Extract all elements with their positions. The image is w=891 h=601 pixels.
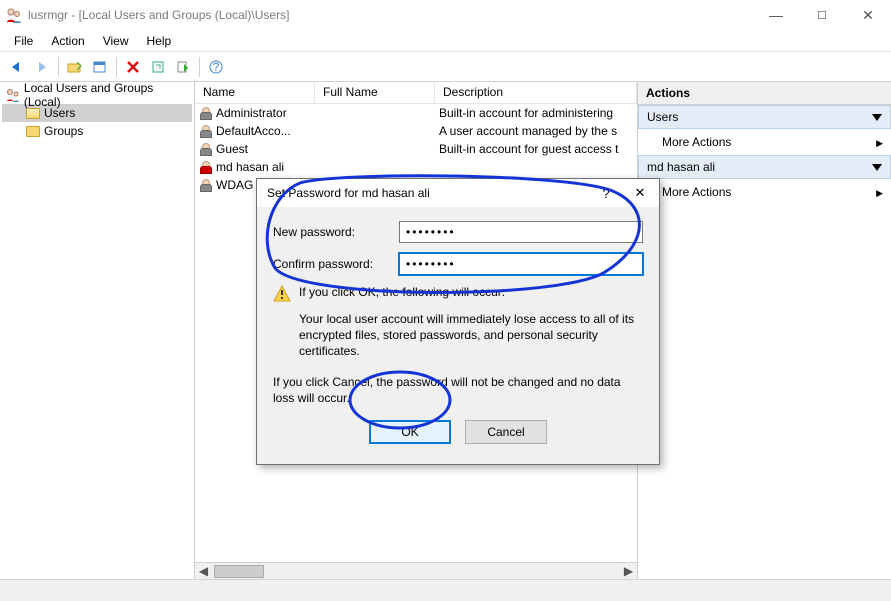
menu-file[interactable]: File — [6, 32, 41, 50]
user-icon — [199, 142, 213, 156]
user-description: A user account managed by the s — [435, 124, 637, 138]
col-fullname[interactable]: Full Name — [315, 82, 435, 103]
statusbar — [0, 579, 891, 601]
collapse-icon — [872, 114, 882, 121]
user-row[interactable]: Administrator Built-in account for admini… — [195, 104, 637, 122]
ok-button[interactable]: OK — [369, 420, 451, 444]
col-name[interactable]: Name — [195, 82, 315, 103]
user-name: Guest — [216, 142, 248, 156]
warn-heading: If you click OK, the following will occu… — [299, 285, 505, 303]
collapse-icon — [872, 164, 882, 171]
horizontal-scrollbar[interactable]: ◀▶ — [195, 562, 637, 579]
warning-icon — [273, 285, 291, 303]
help-icon[interactable]: ? — [205, 56, 227, 78]
users-groups-icon — [6, 88, 20, 102]
user-description: Built-in account for guest access t — [435, 142, 637, 156]
folder-icon — [26, 126, 40, 137]
actions-section-users[interactable]: Users — [638, 105, 891, 129]
minimize-button[interactable]: — — [753, 0, 799, 30]
tree-root[interactable]: Local Users and Groups (Local) — [2, 86, 192, 104]
close-button[interactable]: ✕ — [845, 0, 891, 30]
set-password-dialog: Set Password for md hasan ali ? ✕ New pa… — [256, 178, 660, 465]
user-description: Built-in account for administering — [435, 106, 637, 120]
actions-more-user[interactable]: More Actions — [638, 179, 891, 205]
forward-button[interactable] — [31, 56, 53, 78]
chevron-right-icon — [876, 135, 883, 149]
actions-pane: Actions Users More Actions md hasan ali … — [638, 82, 891, 579]
confirm-password-input[interactable] — [399, 253, 643, 275]
confirm-password-label: Confirm password: — [273, 257, 399, 271]
cancel-button[interactable]: Cancel — [465, 420, 547, 444]
folder-open-icon — [26, 108, 40, 119]
actions-section-user[interactable]: md hasan ali — [638, 155, 891, 179]
user-icon — [199, 160, 213, 174]
tree-groups[interactable]: Groups — [2, 122, 192, 140]
delete-icon[interactable] — [122, 56, 144, 78]
user-row[interactable]: DefaultAcco... A user account managed by … — [195, 122, 637, 140]
properties-icon[interactable] — [89, 56, 111, 78]
export-icon[interactable] — [172, 56, 194, 78]
maximize-button[interactable]: ☐ — [799, 0, 845, 30]
user-icon — [199, 124, 213, 138]
user-name: WDAG — [216, 178, 253, 192]
chevron-right-icon — [876, 185, 883, 199]
titlebar: lusrmgr - [Local Users and Groups (Local… — [0, 0, 891, 30]
user-name: md hasan ali — [216, 160, 284, 174]
dialog-help-button[interactable]: ? — [589, 181, 623, 205]
menu-view[interactable]: View — [95, 32, 137, 50]
user-icon — [199, 178, 213, 192]
svg-text:?: ? — [213, 60, 220, 74]
refresh-icon[interactable] — [147, 56, 169, 78]
menubar: File Action View Help — [0, 30, 891, 52]
menu-action[interactable]: Action — [43, 32, 92, 50]
dialog-close-button[interactable]: ✕ — [623, 181, 657, 205]
user-row[interactable]: md hasan ali — [195, 158, 637, 176]
toolbar: ? — [0, 52, 891, 82]
user-row[interactable]: Guest Built-in account for guest access t — [195, 140, 637, 158]
menu-help[interactable]: Help — [139, 32, 180, 50]
warn-body: Your local user account will immediately… — [299, 311, 643, 360]
window-title: lusrmgr - [Local Users and Groups (Local… — [28, 8, 753, 22]
actions-more-users[interactable]: More Actions — [638, 129, 891, 155]
tree-pane: Local Users and Groups (Local) Users Gro… — [0, 82, 195, 579]
new-folder-icon[interactable] — [64, 56, 86, 78]
user-name: Administrator — [216, 106, 287, 120]
user-name: DefaultAcco... — [216, 124, 291, 138]
app-icon — [6, 7, 22, 23]
col-description[interactable]: Description — [435, 82, 637, 103]
back-button[interactable] — [6, 56, 28, 78]
cancel-body: If you click Cancel, the password will n… — [273, 374, 643, 406]
actions-header: Actions — [638, 82, 891, 105]
dialog-title: Set Password for md hasan ali — [267, 186, 589, 200]
new-password-input[interactable] — [399, 221, 643, 243]
user-icon — [199, 106, 213, 120]
new-password-label: New password: — [273, 225, 399, 239]
